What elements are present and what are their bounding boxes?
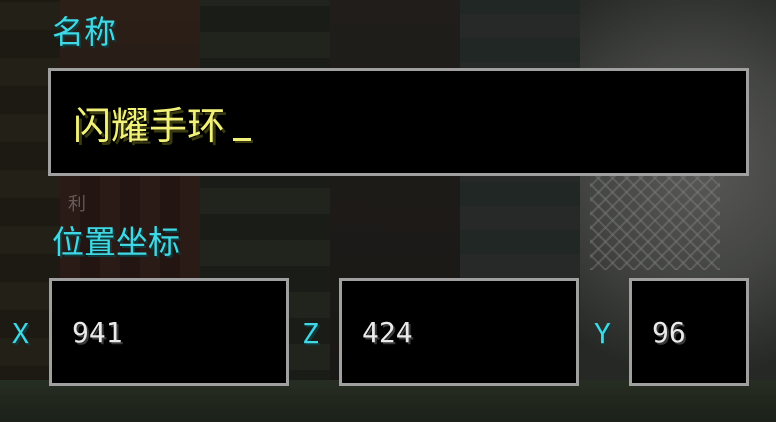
background-hint-text: 利 <box>68 194 86 215</box>
x-coordinate-value: 941 <box>72 315 123 349</box>
z-coordinate-value: 424 <box>362 315 413 349</box>
position-label: 位置坐标 <box>52 223 181 261</box>
name-input-field[interactable]: 闪耀手环 <box>48 68 749 176</box>
z-coordinate-field[interactable]: 424 <box>339 278 579 386</box>
text-cursor <box>233 137 252 141</box>
y-axis-label: Y <box>594 317 611 350</box>
y-coordinate-field[interactable]: 96 <box>629 278 749 386</box>
x-axis-label: X <box>12 317 29 350</box>
name-input-value: 闪耀手环 <box>73 103 226 148</box>
x-coordinate-field[interactable]: 941 <box>49 278 289 386</box>
name-label: 名称 <box>52 13 117 51</box>
z-axis-label: Z <box>302 317 319 350</box>
y-coordinate-value: 96 <box>652 315 686 349</box>
